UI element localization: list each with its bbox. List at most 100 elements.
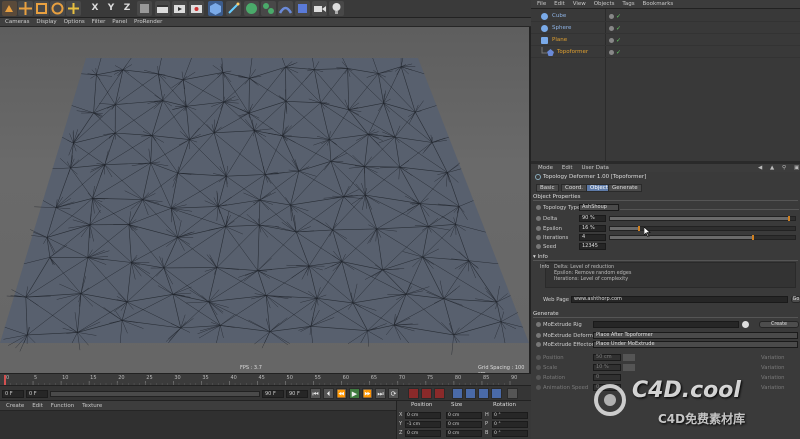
go-to-end-button[interactable]: ⏭ — [375, 388, 386, 399]
visibility-flag-icon[interactable] — [609, 26, 614, 31]
scale-key-icon[interactable] — [465, 388, 476, 399]
menu-create[interactable]: Create — [6, 401, 24, 411]
slider-knob[interactable] — [638, 226, 641, 231]
pos-y-field[interactable]: -1 cm — [405, 421, 441, 428]
create-button[interactable]: Create — [759, 321, 799, 328]
pos-x-field[interactable]: 0 cm — [405, 412, 441, 419]
animate-dot-icon[interactable] — [536, 244, 541, 249]
menu-user-data[interactable]: User Data — [582, 164, 609, 172]
y-axis-icon[interactable]: Y — [104, 2, 118, 15]
undo-icon[interactable] — [2, 1, 17, 16]
add-object-icon[interactable] — [66, 1, 81, 16]
play-button[interactable]: ▶ — [349, 388, 360, 399]
preview-max-field[interactable]: 90 F — [262, 390, 284, 398]
low-poly-plane[interactable] — [0, 27, 529, 373]
z-axis-icon[interactable]: Z — [120, 2, 134, 15]
slider-knob[interactable] — [751, 235, 754, 240]
section-info[interactable]: ▾ Info — [533, 254, 798, 261]
position-key-icon[interactable] — [452, 388, 463, 399]
autokey-icon[interactable] — [421, 388, 432, 399]
move-icon[interactable] — [18, 1, 33, 16]
menu-function[interactable]: Function — [51, 401, 74, 411]
rot-b-field[interactable]: 0 ° — [492, 430, 528, 437]
step-forward-button[interactable]: ⏩ — [362, 388, 373, 399]
step-back-button[interactable]: ⏴ — [323, 388, 334, 399]
object-row-topoformer[interactable]: Topoformer ✓ — [531, 47, 800, 58]
web-go-button[interactable]: Go — [791, 296, 800, 303]
tab-generate[interactable]: Generate — [608, 184, 642, 192]
subdivision-icon[interactable] — [244, 1, 259, 16]
loop-button[interactable]: ⟳ — [388, 388, 399, 399]
3d-viewport[interactable]: FPS : 3.7 Grid Spacing : 100 cm — [0, 27, 531, 377]
param-value-field[interactable]: 12345 — [579, 243, 606, 250]
world-coords-icon[interactable] — [137, 1, 152, 16]
timeline-ruler[interactable]: 0 5 10 15 20 25 30 35 40 45 50 55 60 65 70 75 80 85 90 — [0, 373, 531, 386]
pen-tool-icon[interactable] — [226, 1, 241, 16]
visibility-flag-icon[interactable] — [609, 50, 614, 55]
menu-options[interactable]: Options — [64, 18, 85, 27]
enabled-check-icon[interactable]: ✓ — [616, 13, 621, 20]
slider-knob[interactable] — [788, 216, 791, 221]
deformer-icon[interactable] — [278, 1, 293, 16]
tab-coord[interactable]: Coord. — [561, 184, 587, 192]
menu-texture[interactable]: Texture — [82, 401, 102, 411]
moextrude-effectors-select[interactable]: Place Under MoExtrude — [593, 341, 798, 348]
material-manager-area[interactable] — [0, 411, 396, 439]
animate-dot-icon[interactable] — [536, 216, 541, 221]
animate-dot-icon[interactable] — [536, 205, 541, 210]
animate-dot-icon[interactable] — [536, 235, 541, 240]
param-value-field[interactable]: 4 — [579, 234, 606, 241]
back-arrow-icon[interactable]: ◀ — [758, 164, 762, 172]
preview-range-slider[interactable] — [50, 391, 260, 397]
light-icon[interactable] — [329, 1, 344, 16]
visibility-flag-icon[interactable] — [609, 38, 614, 43]
web-page-field[interactable]: www.ashthorp.com — [571, 296, 788, 303]
animate-dot-icon[interactable] — [536, 322, 541, 327]
moextrude-deformer-select[interactable]: Place After Topoformer — [593, 332, 798, 339]
pos-z-field[interactable]: 0 cm — [405, 430, 441, 437]
menu-edit[interactable]: Edit — [554, 0, 565, 9]
animate-dot-icon[interactable] — [536, 333, 541, 338]
min-frame-field[interactable]: 0 F — [26, 390, 48, 398]
enabled-check-icon[interactable]: ✓ — [616, 25, 621, 32]
iterations-slider[interactable] — [609, 235, 796, 240]
menu-file[interactable]: File — [537, 0, 546, 9]
rotation-key-icon[interactable] — [478, 388, 489, 399]
animate-dot-icon[interactable] — [536, 342, 541, 347]
epsilon-slider[interactable] — [609, 226, 796, 231]
render-picture-icon[interactable] — [172, 1, 187, 16]
object-row-sphere[interactable]: Sphere ✓ — [531, 23, 800, 34]
camera-icon[interactable] — [312, 1, 327, 16]
rot-p-field[interactable]: 0 ° — [492, 421, 528, 428]
object-row-plane[interactable]: Plane ✓ — [531, 35, 800, 46]
object-name[interactable]: Plane — [552, 36, 567, 45]
enabled-check-icon[interactable]: ✓ — [616, 37, 621, 44]
param-key-icon[interactable] — [491, 388, 502, 399]
rotate-icon[interactable] — [50, 1, 65, 16]
field-icon[interactable] — [295, 1, 310, 16]
cube-object-icon[interactable] — [208, 1, 223, 16]
menu-display[interactable]: Display — [36, 18, 56, 27]
menu-view[interactable]: View — [573, 0, 586, 9]
menu-edit[interactable]: Edit — [32, 401, 43, 411]
keyframe-selection-icon[interactable] — [434, 388, 445, 399]
tab-basic[interactable]: Basic — [536, 184, 559, 192]
pick-icon[interactable] — [742, 321, 749, 328]
object-name[interactable]: Sphere — [552, 24, 571, 33]
lock-icon[interactable]: ▣ — [794, 164, 799, 172]
param-value-field[interactable]: 16 % — [579, 225, 606, 232]
cloner-icon[interactable] — [261, 1, 276, 16]
object-name[interactable]: Topoformer — [557, 48, 588, 57]
menu-panel[interactable]: Panel — [112, 18, 127, 27]
menu-objects[interactable]: Objects — [594, 0, 615, 9]
size-y-field[interactable]: 0 cm — [446, 421, 482, 428]
visibility-flag-icon[interactable] — [609, 14, 614, 19]
scale-icon[interactable] — [34, 1, 49, 16]
menu-edit[interactable]: Edit — [562, 164, 573, 172]
menu-tags[interactable]: Tags — [622, 0, 634, 9]
menu-bookmarks[interactable]: Bookmarks — [643, 0, 674, 9]
up-arrow-icon[interactable]: ▲ — [770, 164, 774, 172]
pla-key-icon[interactable] — [507, 388, 518, 399]
object-name[interactable]: Cube — [552, 12, 566, 21]
search-icon[interactable]: ⚲ — [782, 164, 786, 172]
